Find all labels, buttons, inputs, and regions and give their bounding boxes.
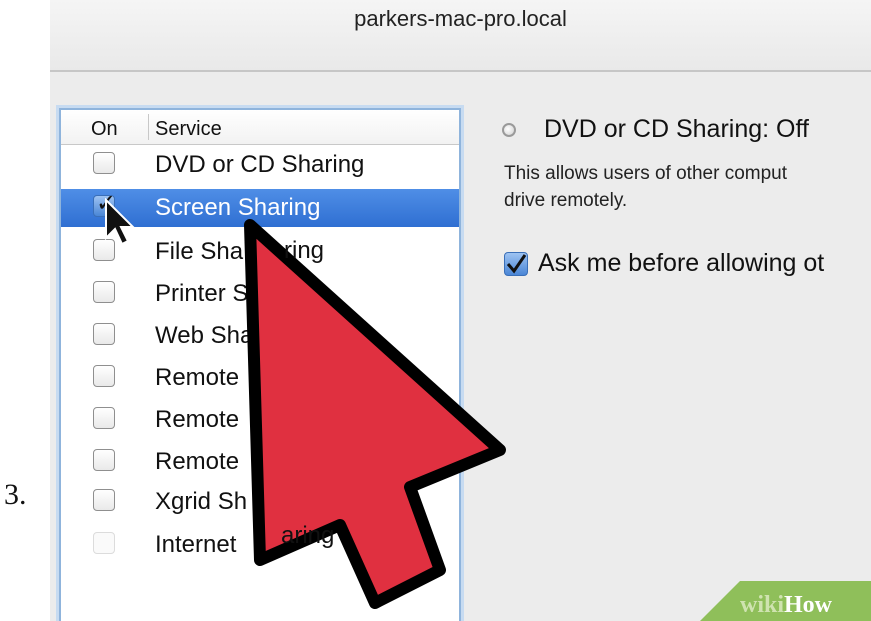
- service-label: Screen Sharing: [155, 194, 321, 221]
- ask-before-allowing-label[interactable]: Ask me before allowing ot: [538, 249, 824, 278]
- window-toolbar: parkers-mac-pro.local: [50, 0, 871, 72]
- sharing-preferences-window: parkers-mac-pro.local On Service DVD or …: [50, 0, 871, 621]
- service-checkbox[interactable]: [93, 365, 115, 387]
- service-list-header: On Service: [61, 110, 459, 145]
- service-row-internet-sharing[interactable]: Internet: [61, 526, 459, 564]
- service-description-line-2: drive remotely.: [504, 190, 628, 211]
- service-checkbox[interactable]: [93, 489, 115, 511]
- service-row-remote-3[interactable]: Remote: [61, 443, 459, 481]
- service-checkbox[interactable]: [93, 449, 115, 471]
- service-row-printer-sharing[interactable]: Printer S: [61, 275, 459, 313]
- column-header-on[interactable]: On: [91, 118, 118, 141]
- service-checkbox[interactable]: [93, 407, 115, 429]
- screenshot-canvas: parkers-mac-pro.local On Service DVD or …: [0, 0, 871, 621]
- service-label-tail-file-sharing: ring: [284, 237, 325, 264]
- service-row-remote-2[interactable]: Remote: [61, 401, 459, 439]
- service-list[interactable]: On Service DVD or CD Sharing ✓ Screen Sh…: [59, 108, 461, 621]
- service-checkbox[interactable]: [93, 152, 115, 174]
- service-label: Remote: [155, 448, 240, 475]
- step-number: 3.: [4, 478, 27, 511]
- service-description-line-1: This allows users of other comput: [504, 163, 788, 184]
- computer-name: parkers-mac-pro.local: [354, 6, 567, 31]
- service-row-dvd-cd-sharing[interactable]: DVD or CD Sharing: [61, 146, 459, 184]
- service-label-tail-internet-sharing: aring: [281, 522, 335, 549]
- service-label: Remote: [155, 406, 240, 433]
- watermark-how: How: [784, 592, 833, 618]
- column-divider: [148, 114, 149, 140]
- ask-before-allowing-checkbox[interactable]: [504, 252, 528, 276]
- service-label: Internet: [155, 531, 237, 558]
- service-label: Xgrid Sh: [155, 488, 248, 515]
- status-indicator-icon: [502, 123, 516, 137]
- service-row-xgrid-sharing[interactable]: Xgrid Sh: [61, 483, 459, 521]
- service-checkbox[interactable]: [93, 532, 115, 554]
- wikihow-watermark-logo: wikiHow: [740, 592, 832, 619]
- service-checkbox[interactable]: [93, 323, 115, 345]
- service-label: Printer S: [155, 280, 249, 307]
- checkmark-icon: [506, 254, 527, 274]
- service-label: Web Sha: [155, 322, 254, 349]
- service-row-remote-1[interactable]: Remote: [61, 359, 459, 397]
- mouse-pointer-icon: [105, 198, 136, 246]
- service-label: File Sha: [155, 238, 244, 265]
- watermark-wiki: wiki: [740, 592, 785, 618]
- column-header-service[interactable]: Service: [155, 118, 222, 141]
- service-row-web-sharing[interactable]: Web Sha: [61, 317, 459, 355]
- service-checkbox[interactable]: [93, 281, 115, 303]
- service-label: Remote: [155, 364, 240, 391]
- service-status: DVD or CD Sharing: Off: [544, 115, 809, 143]
- service-label: DVD or CD Sharing: [155, 151, 365, 178]
